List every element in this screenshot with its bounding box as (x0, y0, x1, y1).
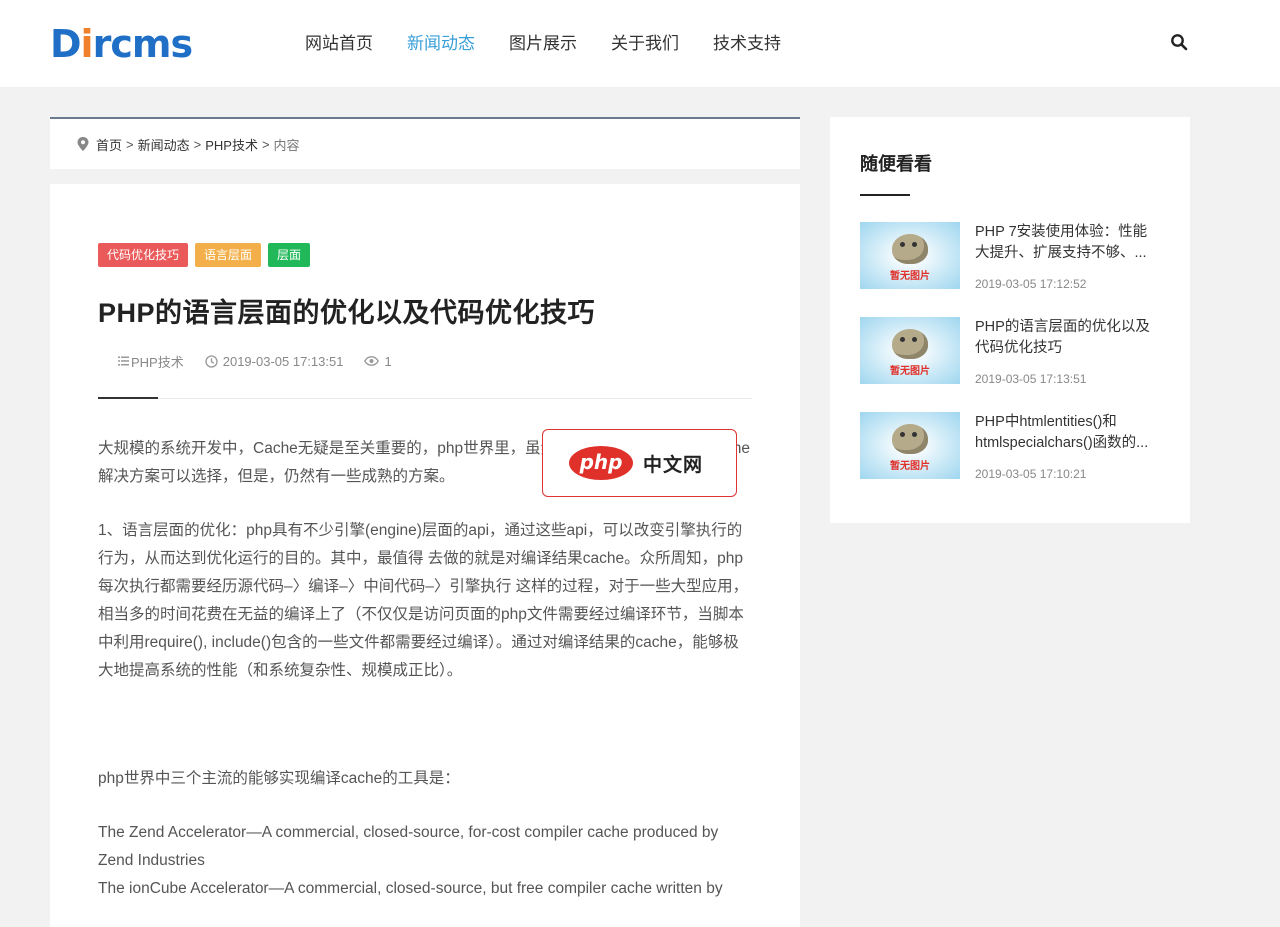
clock-icon (205, 354, 218, 368)
main-nav: 网站首页 新闻动态 图片展示 关于我们 技术支持 (288, 0, 798, 87)
eye-icon (364, 356, 380, 366)
list-item-date: 2019-03-05 17:10:21 (975, 467, 1087, 481)
php-logo-icon: php (569, 446, 633, 480)
tag-language-level[interactable]: 语言层面 (195, 243, 262, 267)
list-item-title[interactable]: PHP 7安装使用体验：性能大提升、扩展支持不够、... (975, 222, 1160, 264)
watermark-text: 中文网 (643, 454, 704, 476)
list-item[interactable]: 暂无图片 PHP的语言层面的优化以及代码优化技巧 2019-03-05 17:1… (860, 317, 1160, 412)
sidebar-title-underline (860, 194, 910, 196)
location-pin-icon (77, 137, 89, 151)
nav-item-home[interactable]: 网站首页 (288, 0, 390, 87)
nav-item-news[interactable]: 新闻动态 (390, 0, 492, 87)
tag-level[interactable]: 层面 (268, 243, 311, 267)
article-body: 大规模的系统开发中，Cache无疑是至关重要的，php世界里，虽然没有如java… (98, 435, 752, 903)
paragraph: 1、语言层面的优化：php具有不少引擎(engine)层面的api，通过这些ap… (98, 522, 749, 679)
nav-item-gallery[interactable]: 图片展示 (492, 0, 594, 87)
paragraph: The ionCube Accelerator—A commercial, cl… (98, 880, 723, 897)
thumbnail-placeholder[interactable]: 暂无图片 (860, 412, 960, 479)
sidebar-list: 暂无图片 PHP 7安装使用体验：性能大提升、扩展支持不够、... 2019-0… (860, 222, 1160, 507)
breadcrumb-separator: > (261, 136, 270, 152)
list-icon (118, 356, 129, 366)
article-card: 代码优化技巧 语言层面 层面 PHP的语言层面的优化以及代码优化技巧 PHP技术… (50, 184, 800, 927)
breadcrumb-php[interactable]: PHP技术 (205, 135, 258, 154)
breadcrumb-separator: > (193, 136, 202, 152)
tag-list: 代码优化技巧 语言层面 层面 (98, 243, 752, 267)
thumbnail-placeholder[interactable]: 暂无图片 (860, 317, 960, 384)
php-cn-watermark[interactable]: php 中文网 (542, 429, 737, 497)
title-divider (98, 397, 752, 399)
list-item-title[interactable]: PHP的语言层面的优化以及代码优化技巧 (975, 317, 1160, 359)
site-logo[interactable]: Dircms (50, 24, 193, 64)
article-meta: PHP技术 2019-03-05 17:13:51 1 (98, 351, 752, 371)
list-item-date: 2019-03-05 17:12:52 (975, 277, 1087, 291)
meta-datetime: 2019-03-05 17:13:51 (205, 354, 343, 369)
article-title: PHP的语言层面的优化以及代码优化技巧 (98, 298, 596, 328)
list-item[interactable]: 暂无图片 PHP 7安装使用体验：性能大提升、扩展支持不够、... 2019-0… (860, 222, 1160, 317)
breadcrumb: 首页 > 新闻动态 > PHP技术 > 内容 (50, 117, 800, 169)
tag-code-optimization[interactable]: 代码优化技巧 (98, 243, 189, 267)
meta-views: 1 (364, 354, 392, 369)
site-header: Dircms 网站首页 新闻动态 图片展示 关于我们 技术支持 (0, 0, 1280, 87)
sidebar-random: 随便看看 暂无图片 PHP 7安装使用体验：性能大提升、扩展支持不够、... 2… (830, 117, 1190, 523)
breadcrumb-home[interactable]: 首页 (96, 135, 122, 154)
list-item-title[interactable]: PHP中htmlentities()和htmlspecialchars()函数的… (975, 412, 1160, 454)
list-item-date: 2019-03-05 17:13:51 (975, 372, 1087, 386)
nav-item-about[interactable]: 关于我们 (594, 0, 696, 87)
list-item[interactable]: 暂无图片 PHP中htmlentities()和htmlspecialchars… (860, 412, 1160, 507)
breadcrumb-news[interactable]: 新闻动态 (138, 135, 190, 154)
thumbnail-placeholder[interactable]: 暂无图片 (860, 222, 960, 289)
breadcrumb-current: 内容 (273, 137, 300, 153)
nav-item-support[interactable]: 技术支持 (696, 0, 798, 87)
sidebar-title: 随便看看 (860, 154, 932, 174)
breadcrumb-separator: > (126, 136, 134, 152)
search-icon[interactable] (1170, 33, 1188, 51)
meta-category[interactable]: PHP技术 (118, 352, 184, 371)
paragraph: The Zend Accelerator—A commercial, close… (98, 824, 719, 869)
paragraph: php世界中三个主流的能够实现编译cache的工具是： (98, 770, 460, 787)
